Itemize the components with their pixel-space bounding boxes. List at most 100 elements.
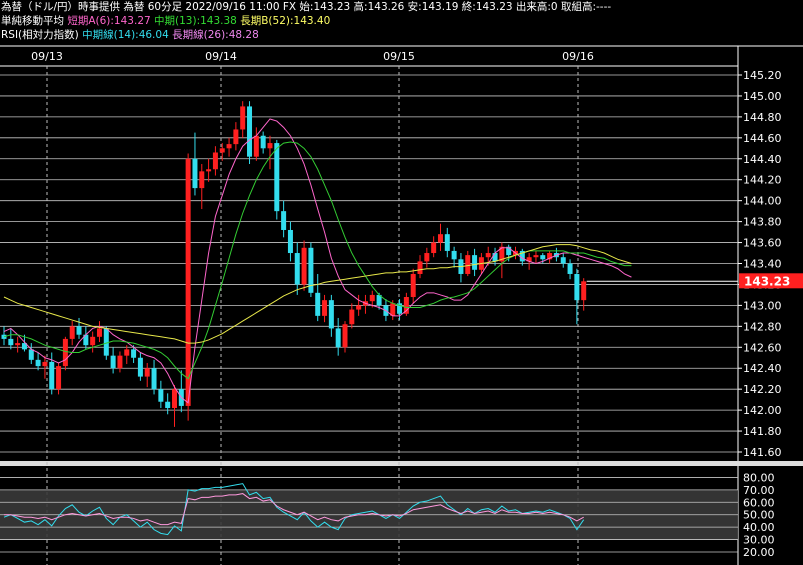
rsi-tick-label: 40.00: [743, 521, 775, 534]
candle-body: [574, 273, 580, 301]
price-tick-label: 142.60: [743, 341, 782, 354]
date-label: 09/14: [205, 50, 237, 63]
price-tick-label: 142.80: [743, 320, 782, 333]
ma-mid-line: [3, 141, 632, 380]
candle-body: [369, 294, 375, 302]
price-tick-label: 144.80: [743, 111, 782, 124]
price-tick-label: 144.00: [743, 195, 782, 208]
candle-body: [472, 255, 478, 270]
candle-body: [287, 229, 293, 254]
candle-body: [172, 389, 177, 409]
candle-body: [274, 143, 280, 212]
candle-body: [137, 357, 143, 377]
candle-body: [1, 334, 7, 339]
candle-body: [35, 359, 41, 367]
candle-body: [49, 361, 55, 390]
last-price-label: 143.23: [744, 274, 790, 288]
ma-short-line: [3, 118, 632, 404]
candle-body: [8, 338, 14, 346]
candle-body: [219, 148, 225, 153]
candle-body: [356, 305, 362, 310]
candle-body: [90, 336, 96, 346]
candle-body: [158, 389, 164, 402]
candle-body: [56, 366, 62, 390]
candle-body: [151, 368, 157, 390]
candle-body: [349, 309, 355, 325]
candle-body: [240, 106, 246, 130]
candle-body: [267, 143, 273, 149]
candle-body: [492, 253, 498, 262]
candle-body: [342, 324, 348, 348]
candle-body: [410, 273, 416, 298]
candle-body: [226, 144, 232, 149]
candle-body: [260, 135, 266, 149]
price-tick-label: 141.60: [743, 446, 782, 459]
candle-body: [335, 328, 341, 348]
candle-body: [206, 169, 212, 172]
price-tick-label: 143.00: [743, 299, 782, 312]
pane-splitter: [0, 461, 803, 466]
price-tick-label: 144.20: [743, 174, 782, 187]
price-tick-label: 144.60: [743, 132, 782, 145]
candle-body: [247, 106, 253, 157]
rsi-tick-label: 50.00: [743, 509, 775, 522]
candle-body: [15, 343, 21, 346]
candle-body: [540, 255, 546, 260]
candle-body: [165, 401, 171, 409]
candle-body: [417, 261, 423, 274]
price-tick-label: 143.60: [743, 237, 782, 250]
price-tick-label: 141.80: [743, 425, 782, 438]
candle-body: [431, 242, 437, 254]
candle-body: [424, 253, 430, 262]
rsi-tick-label: 30.00: [743, 534, 775, 547]
candle-body: [253, 135, 259, 157]
candle-body: [117, 355, 123, 369]
candle-body: [567, 263, 573, 274]
price-tick-label: 142.00: [743, 404, 782, 417]
candle-body: [212, 152, 218, 170]
candle-body: [199, 171, 205, 189]
candle-body: [444, 234, 450, 251]
candle-body: [62, 338, 68, 367]
price-tick-label: 143.80: [743, 216, 782, 229]
candle-body: [144, 368, 150, 377]
candle-body: [131, 349, 137, 358]
candle-body: [192, 158, 198, 189]
price-tick-label: 144.40: [743, 153, 782, 166]
chart-canvas[interactable]: 145.20 145.00 144.80 144.60 144.40 144.20 144.…: [0, 0, 803, 565]
candle-body: [533, 255, 539, 258]
candle-body: [315, 292, 321, 316]
candle-body: [328, 300, 334, 329]
price-tick-label: 142.40: [743, 362, 782, 375]
candle-body: [451, 250, 457, 260]
rsi-tick-label: 20.00: [743, 546, 775, 559]
candle-body: [69, 326, 75, 339]
candle-body: [465, 255, 471, 274]
candle-body: [28, 349, 34, 360]
date-label: 09/13: [31, 50, 63, 63]
candle-body: [233, 129, 239, 145]
candle-body: [294, 253, 300, 285]
candle-body: [110, 355, 116, 369]
candle-body: [485, 253, 491, 258]
rsi-tick-label: 60.00: [743, 496, 775, 509]
candle-body: [96, 328, 102, 337]
price-tick-label: 145.00: [743, 90, 782, 103]
price-tick-label: 142.20: [743, 383, 782, 396]
price-tick-label: 145.20: [743, 69, 782, 82]
candle-body: [322, 300, 328, 316]
date-label: 09/15: [383, 50, 415, 63]
candle-body: [581, 281, 587, 301]
candle-body: [76, 326, 82, 335]
rsi-tick-label: 70.00: [743, 484, 775, 497]
candle-body: [301, 247, 307, 285]
candle-body: [437, 234, 443, 243]
candle-body: [281, 211, 287, 230]
candle-body: [42, 361, 48, 367]
rsi-tick-label: 80.00: [743, 471, 775, 484]
candle-body: [560, 257, 566, 264]
candle-body: [124, 349, 130, 356]
date-label: 09/16: [562, 50, 594, 63]
candle-body: [185, 158, 191, 406]
price-tick-label: 143.40: [743, 258, 782, 271]
